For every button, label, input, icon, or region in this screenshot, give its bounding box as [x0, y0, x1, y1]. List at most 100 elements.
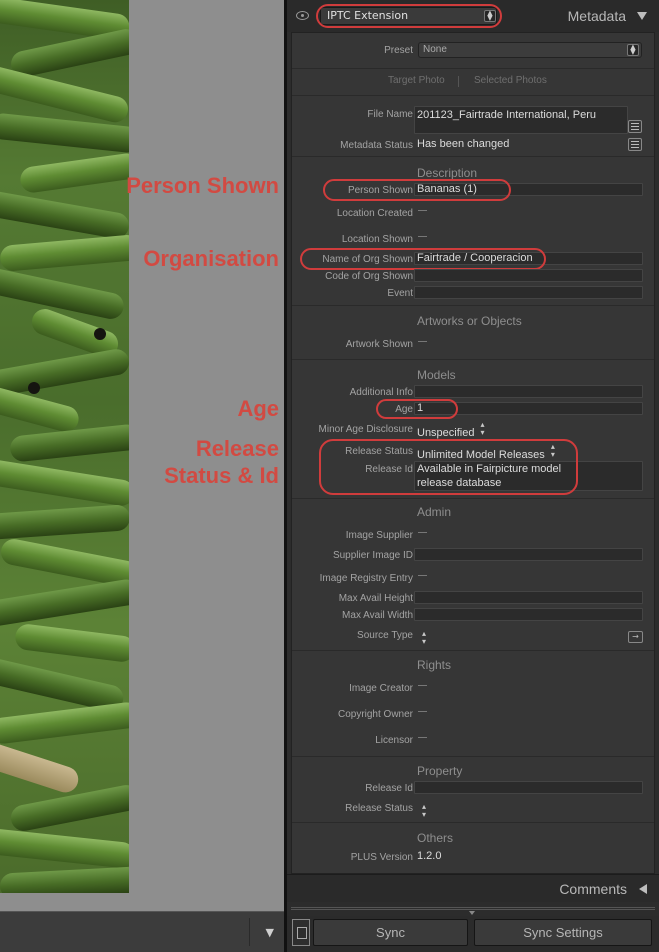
event-field[interactable] [414, 286, 643, 299]
metadata-panel-body: Preset None ▲ ▼ Target Photo Selected Pho… [291, 32, 655, 874]
admin-section-title: Admin [417, 505, 452, 519]
max-width-label: Max Avail Width [342, 610, 413, 621]
image-supplier-label: Image Supplier [345, 530, 413, 541]
age-label: Age [395, 404, 413, 415]
file-name-label: File Name [367, 109, 413, 120]
release-status-value: Unlimited Model Releases [417, 449, 545, 461]
comments-panel-header[interactable]: Comments [287, 874, 659, 902]
registry-entry-label: Image Registry Entry [319, 573, 413, 584]
plus-version-label: PLUS Version [350, 852, 413, 863]
toolbar-divider [249, 918, 250, 946]
licensor-label: Licensor [375, 735, 413, 746]
location-shown-label: Location Shown [341, 234, 413, 245]
copyright-owner-dash[interactable] [418, 711, 427, 712]
artwork-shown-dash[interactable] [418, 341, 427, 342]
registry-entry-dash[interactable] [418, 575, 427, 576]
divider [292, 156, 654, 157]
additional-info-field[interactable] [414, 385, 643, 398]
description-section-title: Description [417, 166, 478, 180]
annotation-organisation: Organisation [143, 246, 279, 271]
preset-select[interactable]: None ▲ ▼ [418, 42, 642, 58]
sync-bar: Sync Sync Settings [287, 916, 659, 952]
minor-age-label: Minor Age Disclosure [318, 424, 413, 435]
divider [292, 756, 654, 757]
metadata-set-select[interactable]: IPTC Extension ▲ ▼ [320, 7, 497, 25]
preset-stepper-icon: ▲ ▼ [627, 44, 639, 56]
release-status-label: Release Status [345, 446, 413, 457]
sync-button[interactable]: Sync [313, 919, 468, 946]
property-release-status-label: Release Status [345, 803, 413, 814]
toolbar-dropdown-icon[interactable]: ▼ [266, 926, 274, 939]
org-code-field[interactable] [414, 269, 643, 282]
image-creator-dash[interactable] [418, 685, 427, 686]
preview-toolbar: ▼ [0, 911, 284, 952]
release-id-line1: Available in Fairpicture model [417, 463, 562, 475]
metadata-status-list-icon[interactable] [628, 138, 642, 151]
release-id-line2: release database [417, 477, 502, 489]
copyright-owner-label: Copyright Owner [337, 709, 413, 720]
metadata-panel: IPTC Extension ▲ ▼ Metadata Preset None ▲… [287, 0, 659, 952]
expand-triangle-icon[interactable] [639, 884, 647, 894]
max-height-label: Max Avail Height [338, 593, 413, 604]
panel-end-caret-icon [469, 911, 475, 915]
supplier-image-id-label: Supplier Image ID [332, 550, 413, 561]
max-height-field[interactable] [414, 591, 643, 604]
preset-label: Preset [384, 45, 413, 56]
metadata-status-value: Has been changed [417, 138, 510, 150]
divider [292, 359, 654, 360]
collapse-triangle-icon[interactable] [637, 12, 647, 20]
sync-settings-button[interactable]: Sync Settings [474, 919, 652, 946]
eye-icon[interactable] [296, 11, 309, 20]
release-id-label: Release Id [365, 464, 413, 475]
org-name-value: Fairtrade / Cooperacion [417, 252, 533, 264]
select-stepper-icon: ▲ ▼ [484, 10, 496, 22]
target-photo-button[interactable]: Target Photo [388, 75, 445, 86]
panel-end-marker [291, 907, 655, 910]
file-name-list-icon[interactable] [628, 120, 642, 133]
location-created-label: Location Created [336, 208, 413, 219]
location-created-dash[interactable] [418, 210, 427, 211]
models-section-title: Models [417, 368, 456, 382]
plus-version-value: 1.2.0 [417, 850, 442, 862]
divider [292, 95, 654, 96]
max-width-field[interactable] [414, 608, 643, 621]
auto-sync-toggle[interactable] [292, 919, 310, 946]
annotation-person-shown: Person Shown [126, 173, 279, 198]
updown-icon: ▴ ▾ [550, 442, 555, 459]
age-field[interactable] [414, 402, 643, 415]
source-type-updown-icon[interactable]: ▴ ▾ [422, 630, 426, 646]
divider [292, 498, 654, 499]
location-shown-dash[interactable] [418, 236, 427, 237]
image-creator-label: Image Creator [349, 683, 413, 694]
release-status-select[interactable]: Unlimited Model Releases ▴ ▾ [417, 442, 555, 462]
preset-value: None [423, 44, 447, 55]
file-name-field[interactable]: 201123_Fairtrade International, Peru [414, 106, 628, 134]
updown-icon: ▴ ▾ [480, 420, 485, 437]
property-release-status-updown-icon[interactable]: ▴ ▾ [422, 803, 426, 819]
licensor-dash[interactable] [418, 737, 427, 738]
comments-label: Comments [559, 881, 627, 897]
minor-age-value: Unspecified [417, 427, 475, 439]
org-name-label: Name of Org Shown [322, 254, 413, 265]
selected-photos-button[interactable]: Selected Photos [474, 75, 547, 86]
event-label: Event [387, 288, 413, 299]
lightroom-window: Person Shown Organisation Age Release St… [0, 0, 659, 952]
divider [292, 305, 654, 306]
file-name-value: 201123_Fairtrade International, Peru [417, 109, 596, 121]
supplier-image-id-field[interactable] [414, 548, 643, 561]
additional-info-label: Additional Info [349, 387, 413, 398]
artwork-shown-label: Artwork Shown [345, 339, 413, 350]
property-release-id-field[interactable] [414, 781, 643, 794]
rights-section-title: Rights [417, 658, 452, 672]
minor-age-select[interactable]: Unspecified ▴ ▾ [417, 420, 485, 440]
banana-photo [0, 0, 129, 893]
person-shown-label: Person Shown [347, 185, 413, 196]
metadata-status-label: Metadata Status [340, 140, 413, 151]
metadata-set-value: IPTC Extension [327, 9, 409, 22]
age-value: 1 [417, 402, 424, 414]
person-shown-value: Bananas (1) [417, 183, 477, 195]
arrow-right-icon[interactable]: → [628, 631, 643, 643]
image-supplier-dash[interactable] [418, 532, 427, 533]
org-code-label: Code of Org Shown [325, 271, 413, 282]
annotation-age: Age [237, 396, 279, 421]
